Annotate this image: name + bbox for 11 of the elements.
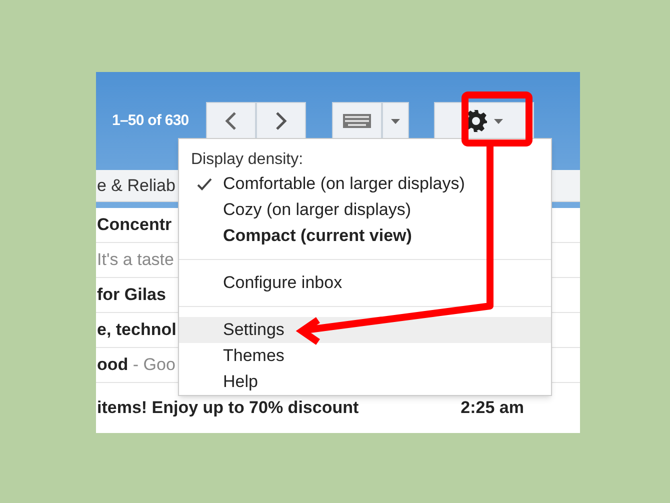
menu-heading: Display density: xyxy=(190,150,304,170)
message-subject: It's a taste xyxy=(97,249,174,272)
message-subject: e, technol xyxy=(97,319,176,342)
pager-text: 1–50 of 630 xyxy=(112,110,189,131)
message-subject: ood xyxy=(97,354,128,376)
message-snippet: - Goo xyxy=(132,354,176,376)
message-subject: for Gilas xyxy=(97,284,166,306)
message-subject: items! Enjoy up to 70% discount xyxy=(97,397,359,420)
message-subject: Concentr xyxy=(97,214,172,236)
message-time: 2:25 am xyxy=(460,397,524,420)
message-subject: e & Reliab xyxy=(97,174,176,197)
